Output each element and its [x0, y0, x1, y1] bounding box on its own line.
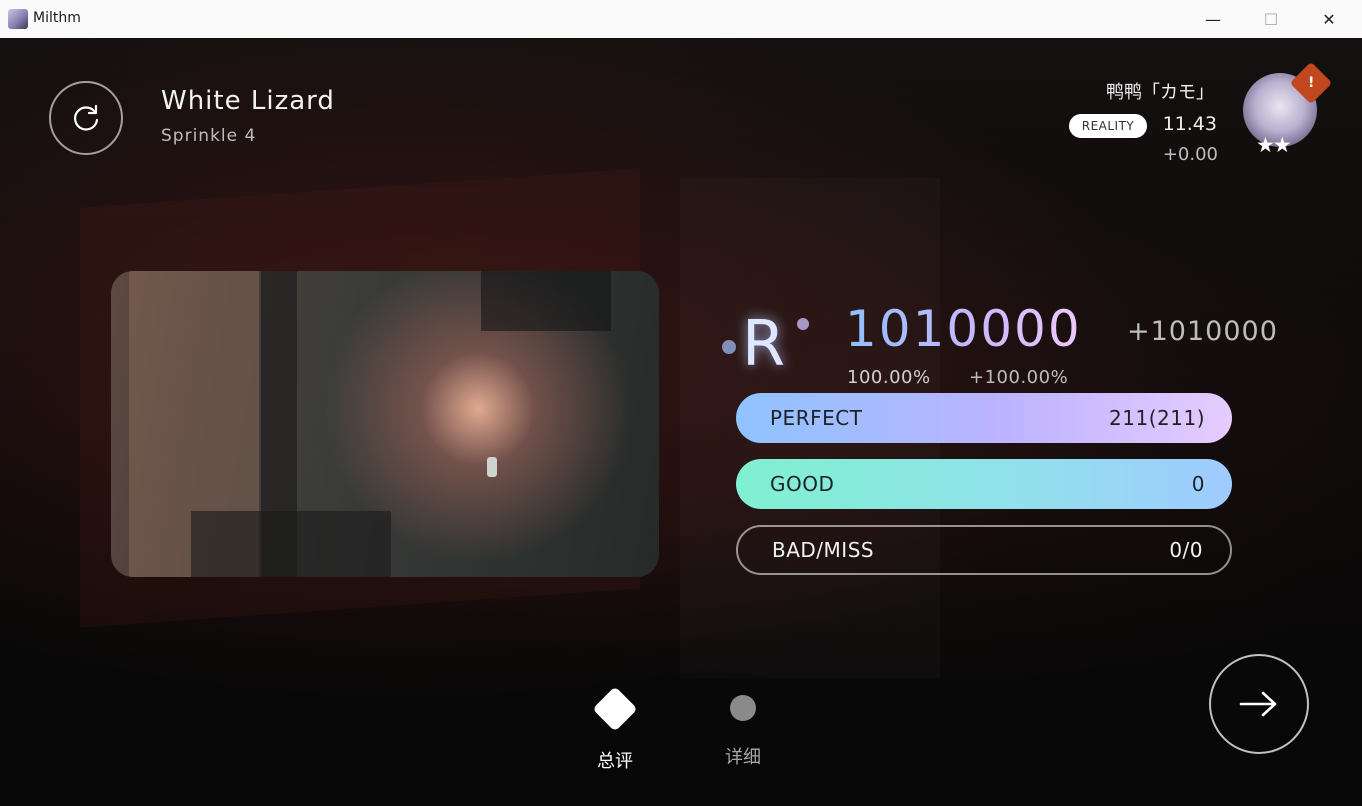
close-button[interactable]: ✕	[1300, 0, 1358, 38]
alert-glyph: !	[1307, 74, 1315, 91]
retry-icon	[74, 104, 99, 131]
accuracy: 100.00%	[847, 367, 931, 388]
judgement-perfect: PERFECT 211(211)	[736, 393, 1232, 443]
rank-letter: R	[742, 307, 786, 380]
arrow-right-icon	[1239, 691, 1277, 717]
score: 1010000	[845, 300, 1082, 358]
tab-label: 详细	[725, 747, 761, 768]
judgement-label: GOOD	[770, 472, 835, 496]
tab-label: 总评	[597, 751, 633, 772]
player-name: 鸭鸭「カモ」	[1106, 82, 1214, 103]
judgement-label: PERFECT	[770, 406, 863, 430]
diamond-icon	[592, 686, 638, 732]
song-difficulty: Sprinkle 4	[161, 126, 257, 146]
judgement-value: 0/0	[1169, 538, 1203, 562]
dot-icon	[730, 695, 756, 721]
retry-button[interactable]	[49, 81, 123, 155]
maximize-button[interactable]: ☐	[1242, 0, 1300, 38]
window-title: Milthm	[33, 10, 81, 26]
judgement-value: 211(211)	[1109, 406, 1205, 430]
tab-detail[interactable]: 详细	[703, 683, 783, 769]
reality-badge: REALITY	[1069, 114, 1147, 138]
rating-delta: +0.00	[1162, 144, 1218, 165]
window-titlebar: Milthm — ☐ ✕	[0, 0, 1362, 39]
judgement-label: BAD/MISS	[772, 538, 875, 562]
star-rating-icon: ★★	[1256, 133, 1292, 157]
song-title: White Lizard	[161, 86, 335, 116]
tab-summary[interactable]: 总评	[575, 683, 655, 773]
song-jacket-image	[111, 271, 659, 577]
judgement-value: 0	[1191, 472, 1205, 496]
rank-orb	[722, 340, 736, 354]
judgement-bad-miss: BAD/MISS 0/0	[736, 525, 1232, 575]
result-screen: White Lizard Sprinkle 4 鸭鸭「カモ」 REALITY 1…	[0, 38, 1362, 806]
judgement-good: GOOD 0	[736, 459, 1232, 509]
score-delta: +1010000	[1127, 316, 1278, 347]
next-button[interactable]	[1209, 654, 1309, 754]
player-rating: 11.43	[1162, 113, 1217, 135]
app-icon	[8, 9, 28, 29]
minimize-button[interactable]: —	[1184, 0, 1242, 38]
accuracy-delta: +100.00%	[969, 367, 1069, 388]
